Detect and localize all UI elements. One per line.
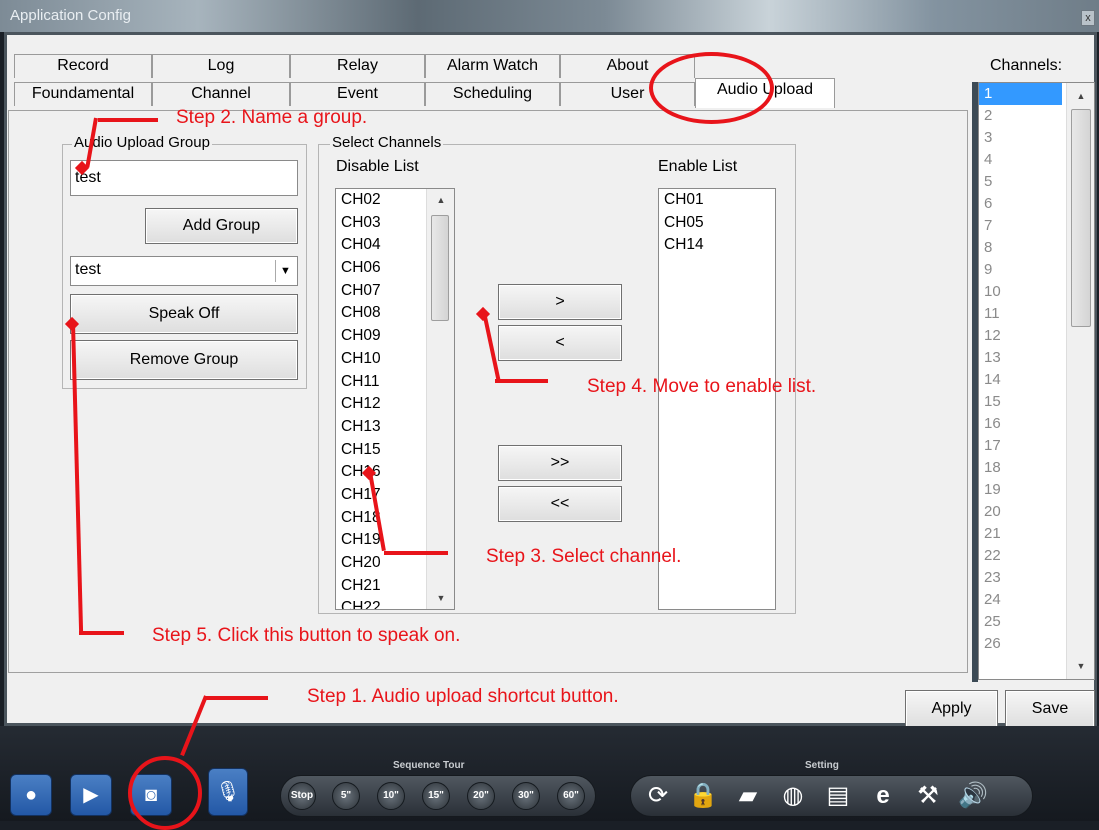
tab-relay[interactable]: Relay [290,54,425,78]
scroll-thumb[interactable] [431,215,449,321]
group-select-value: test [75,261,101,278]
tab-record[interactable]: Record [14,54,152,78]
step3-annotation: Step 3. Select channel. [486,546,682,567]
select-channels-legend: Select Channels [330,134,444,151]
refresh-icon[interactable]: ⟳ [641,779,675,813]
scroll-down-icon[interactable]: ▼ [1067,661,1095,671]
step5-annotation: Step 5. Click this button to speak on. [152,625,461,646]
sequence-20s-button[interactable]: 20" [467,782,495,810]
channels-title: Channels: [990,57,1063,74]
tab-alarm-watch[interactable]: Alarm Watch [425,54,560,78]
chevron-down-icon[interactable]: ▼ [275,260,295,282]
save-button[interactable]: Save [1005,690,1095,728]
window-title: Application Config [10,7,131,24]
sequence-60s-button[interactable]: 60" [557,782,585,810]
stop-button[interactable]: Stop [288,782,316,810]
group-name-input[interactable]: test [70,160,298,196]
window-titlebar: Application Config x [0,0,1099,32]
scroll-down-icon[interactable]: ▼ [427,593,455,603]
shortcut-button-highlight [128,756,202,830]
tools-icon[interactable]: ⚒ [911,779,945,813]
list-item[interactable]: CH14 [659,234,775,257]
sequence-10s-button[interactable]: 10" [377,782,405,810]
audio-upload-tab-highlight [649,52,774,124]
tab-foundamental[interactable]: Foundamental [14,82,152,106]
close-button[interactable]: x [1081,10,1095,26]
add-group-button[interactable]: Add Group [145,208,298,244]
remove-group-button[interactable]: Remove Group [70,340,298,380]
channels-scrollbar[interactable]: ▲ ▼ [1066,83,1094,679]
step4-annotation: Step 4. Move to enable list. [587,376,817,397]
globe-icon[interactable]: ◍ [776,779,810,813]
sequence-tour-label: Sequence Tour [393,760,465,771]
sequence-30s-button[interactable]: 30" [512,782,540,810]
step4-line [495,379,548,383]
step1-annotation: Step 1. Audio upload shortcut button. [307,686,619,707]
move-all-left-button[interactable]: << [498,486,622,522]
sequence-5s-button[interactable]: 5" [332,782,360,810]
group-select[interactable]: test ▼ [70,256,298,286]
move-all-right-button[interactable]: >> [498,445,622,481]
scroll-up-icon[interactable]: ▲ [427,195,455,205]
tab-event[interactable]: Event [290,82,425,106]
microphone-icon[interactable]: 🎙 [208,768,248,816]
lock-icon[interactable]: 🔒 [686,779,720,813]
list-item[interactable]: CH01 [659,189,775,212]
disable-list-title: Disable List [336,158,419,175]
tab-channel[interactable]: Channel [152,82,290,106]
step3-line [384,551,448,555]
folder-icon[interactable]: ▰ [731,779,765,813]
channel-item[interactable]: 1 [979,83,1062,105]
browser-icon[interactable]: e [866,779,900,813]
step2-line [98,118,158,122]
step5-line [79,631,124,635]
move-right-button[interactable]: > [498,284,622,320]
tab-scheduling[interactable]: Scheduling [425,82,560,106]
sequence-15s-button[interactable]: 15" [422,782,450,810]
apply-button[interactable]: Apply [905,690,998,728]
speaker-icon[interactable]: 🔊 [956,779,990,813]
setting-label: Setting [805,760,839,771]
tab-log[interactable]: Log [152,54,290,78]
scroll-up-icon[interactable]: ▲ [1067,91,1095,101]
step2-annotation: Step 2. Name a group. [176,107,368,128]
disable-list-scrollbar[interactable]: ▲ ▼ [426,189,454,609]
document-icon[interactable]: ▤ [821,779,855,813]
speak-off-button[interactable]: Speak Off [70,294,298,334]
enable-list-title: Enable List [658,158,738,175]
move-left-button[interactable]: < [498,325,622,361]
play-icon[interactable]: ▶ [70,774,112,816]
list-item[interactable]: CH05 [659,212,775,235]
scroll-thumb[interactable] [1071,109,1091,327]
step1-line [206,696,268,700]
record-icon[interactable]: ● [10,774,52,816]
